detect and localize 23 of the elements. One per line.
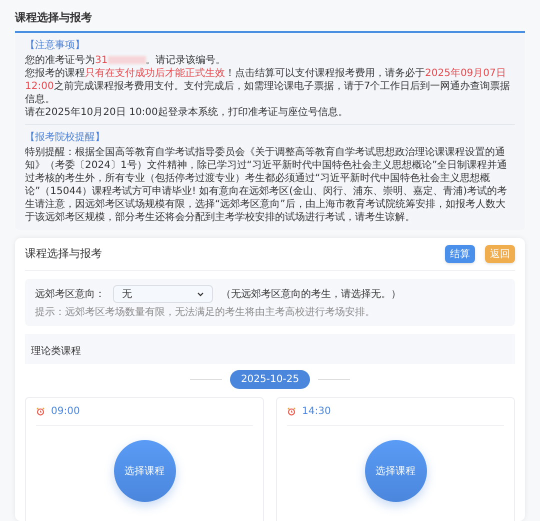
section-heading: 【报考院校提醒】	[25, 130, 105, 145]
district-select[interactable]: 无	[113, 285, 213, 303]
notice-text: 请在2025年10月20日 10:00起登录本系统，打印准考证与座位号信息。	[25, 106, 349, 119]
alarm-clock-icon	[36, 407, 45, 416]
page-title: 课程选择与报考	[15, 11, 92, 24]
select-course-button[interactable]: 选择课程	[114, 440, 176, 502]
session-time: 14:30	[302, 405, 331, 419]
hint-text: 提示：远郊考区考场数量有限，无法满足的考生将由主考高校进行考场安排。	[35, 306, 375, 320]
select-course-button[interactable]: 选择课程	[364, 440, 426, 502]
section-heading: 【注意事项】	[25, 38, 85, 53]
card-title: 课程选择与报考	[25, 246, 102, 262]
reminder-text: 特别提醒：根据全国高等教育自学考试指导委员会《关于调整高等教育自学考试思想政治理论课课程设置的通知》（考委〔2024〕1号）文件精神，除已学习过“习近平新时代中国特色社会主义思想概论”全日制课程并通过考核的考生外，所有专业（包括停考过渡专业）考生都必须通过“习近平新时代中国特色社会主义思想概论”（15044）课程考试方可申请毕业! 如有意向在远郊考区(金山、闵行、浦东、崇明、嘉定、青浦)考试的考生请注意，因远郊考区试场规模有限，选择“远郊考区意向”后，由上海市教育考试院统筹安排，如报考人数大于该远郊考区规模，部分考生还将会分配到主考学校安排的试场进行考试，请考生谅解。	[25, 146, 508, 224]
date-pill: 2025-10-25	[230, 370, 310, 389]
action-button[interactable]: 结算	[445, 245, 475, 263]
field-label: 远郊考区意向：	[35, 288, 105, 302]
section-bar: 理论类课程	[25, 334, 515, 364]
notice-text: 您的准考证号为31 。请记录该编号。	[25, 54, 227, 67]
action-button[interactable]: 返回	[485, 245, 515, 263]
select-note: （无远郊考区意向的考生，请选择无。）	[221, 288, 401, 302]
session-time: 09:00	[51, 405, 80, 419]
notice-text: 您报考的课程只有在支付成功后才能正式生效！点击结算可以支付课程报考费用，请务必于2025年09月07日 12:00之前完成课程报考费用支付。支付完成后，如需理论课电子票据，请于7个工作日后到一网通办查询票据信息。	[25, 67, 512, 106]
alarm-clock-icon	[287, 407, 296, 416]
chevron-down-icon	[197, 292, 204, 296]
